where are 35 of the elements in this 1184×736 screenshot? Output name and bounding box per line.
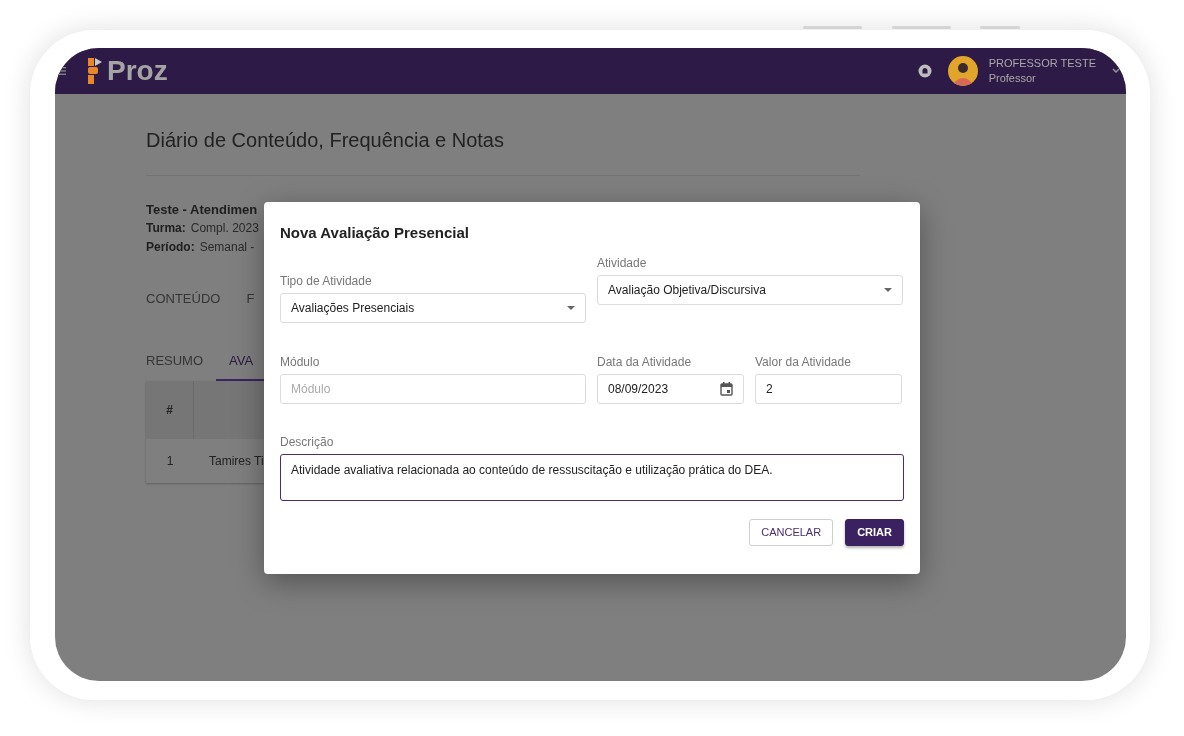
date-field[interactable]: 08/09/2023 bbox=[597, 374, 744, 404]
create-button[interactable]: CRIAR bbox=[845, 519, 904, 546]
logo-text: Proz bbox=[107, 57, 168, 85]
detail-value: Semanal - bbox=[199, 239, 255, 256]
input-field[interactable]: Atividade avaliativa relacionada ao conteúdo de ressuscitação e utilização prática do DEA. bbox=[280, 454, 904, 501]
field-label: Atividade bbox=[597, 256, 648, 270]
input-field[interactable]: 2 bbox=[755, 374, 902, 404]
calendar-icon[interactable] bbox=[720, 382, 733, 396]
caret-icon bbox=[884, 288, 892, 292]
field-label: Descrição bbox=[280, 435, 335, 449]
field-label: Valor da Atividade bbox=[755, 355, 852, 369]
detail-label: Período: bbox=[146, 239, 195, 256]
user-role: Professor bbox=[988, 71, 1037, 86]
input-field[interactable]: Módulo bbox=[280, 374, 586, 404]
bell-icon[interactable] bbox=[917, 64, 932, 78]
select-field[interactable]: Avaliações Presenciais bbox=[280, 293, 586, 323]
table-cell-text: 1 bbox=[165, 453, 175, 470]
detail-label: Turma: bbox=[146, 220, 186, 237]
caret-icon bbox=[567, 306, 575, 310]
select-field[interactable]: Avaliação Objetiva/Discursiva bbox=[597, 275, 903, 305]
chevron-down-icon[interactable] bbox=[1112, 68, 1120, 74]
column-header: # bbox=[146, 381, 194, 439]
page-title: Diário de Conteúdo, Frequência e Notas bbox=[146, 128, 505, 153]
field-label: Data da Atividade bbox=[597, 355, 693, 369]
dialog-title: Nova Avaliação Presencial bbox=[280, 224, 470, 242]
field-label: Tipo de Atividade bbox=[280, 274, 373, 288]
course-title: Teste - Atendimen bbox=[146, 201, 259, 219]
user-name: PROFESSOR TESTE bbox=[988, 56, 1096, 71]
table-cell-text: Tamires Ti bbox=[208, 453, 264, 470]
field-label: Módulo bbox=[280, 355, 321, 369]
cancel-button[interactable]: CANCELAR bbox=[749, 519, 834, 546]
menu-icon[interactable] bbox=[58, 67, 66, 75]
logo-icon bbox=[88, 58, 102, 84]
detail-value: Compl. 2023 bbox=[190, 220, 259, 237]
avatar[interactable] bbox=[947, 56, 978, 86]
